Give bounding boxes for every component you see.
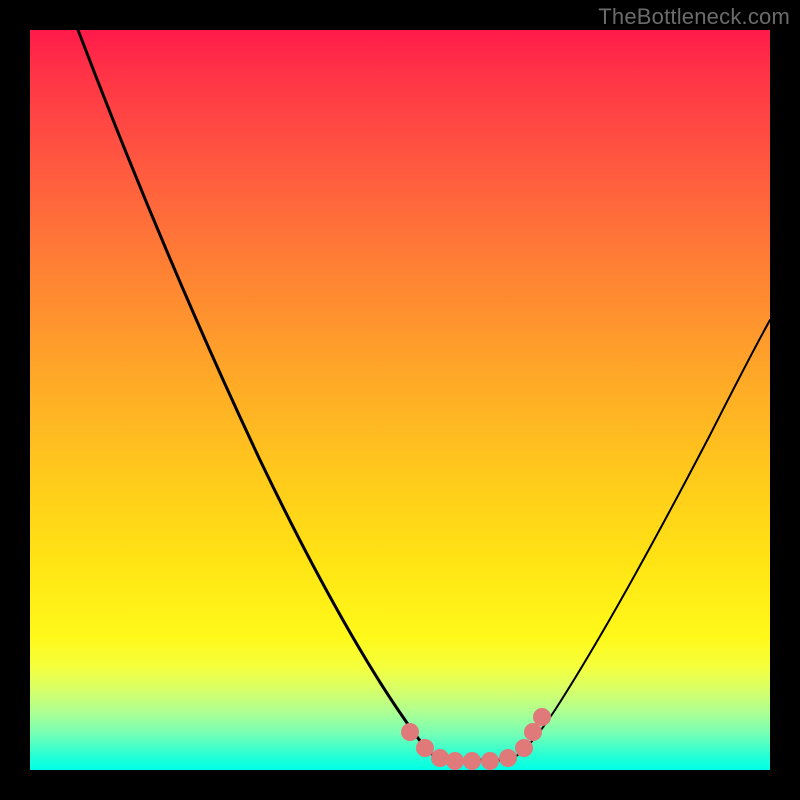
marker-dot [524, 723, 542, 741]
marker-dot [481, 752, 499, 770]
marker-dot [515, 739, 533, 757]
marker-dot [446, 752, 464, 770]
valley-markers [401, 708, 551, 770]
curve-layer [30, 30, 770, 770]
curve-left-path [78, 30, 440, 760]
watermark-text: TheBottleneck.com [598, 4, 790, 30]
chart-frame: TheBottleneck.com [0, 0, 800, 800]
marker-dot [416, 739, 434, 757]
marker-dot [499, 749, 517, 767]
plot-area [30, 30, 770, 770]
marker-dot [431, 749, 449, 767]
curve-right-path [510, 320, 770, 760]
marker-dot [463, 752, 481, 770]
marker-dot [401, 723, 419, 741]
marker-dot [533, 708, 551, 726]
